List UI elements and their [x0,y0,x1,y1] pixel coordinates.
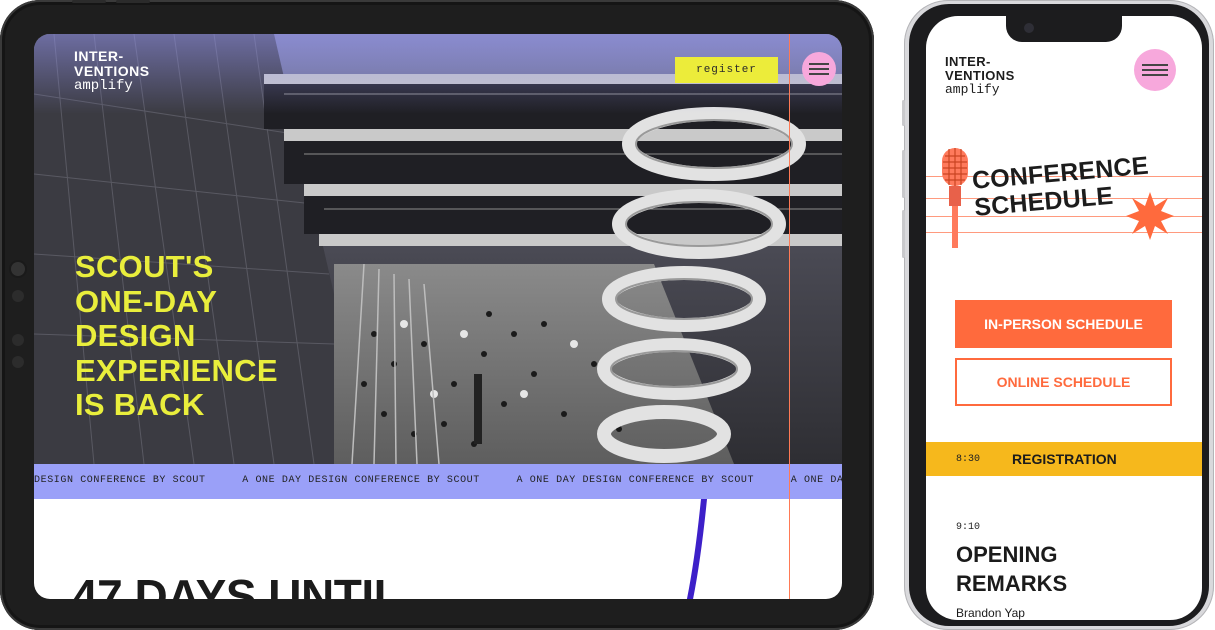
hero-title-line: ONE-DAY [75,283,218,319]
ticker-item: A ONE DAY DESIGN CONFERENCE BY SCOUT [516,475,755,486]
agenda-speaker: Brandon Yap [956,606,1025,620]
agenda-title-line: REMARKS [956,571,1068,596]
ticker-item: DESIGN CONFERENCE BY SCOUT [34,475,206,486]
agenda-title[interactable]: OPENING REMARKS [956,540,1067,598]
tablet-top-button [72,0,106,3]
hero-title-line: EXPERIENCE [75,352,278,388]
hamburger-icon [1142,64,1168,66]
tablet-sensor [12,290,24,302]
phone-side-button [902,210,905,258]
phone-device: INTER- VENTIONS amplify CONFERENCE SCHED… [902,0,1214,630]
hamburger-icon [809,63,829,65]
agenda-title: REGISTRATION [1012,451,1117,467]
logo-line-2: VENTIONS [945,68,1015,83]
tablet-sensor [12,334,24,346]
phone-bezel: INTER- VENTIONS amplify CONFERENCE SCHED… [909,4,1209,626]
hero-title-line: SCOUT'S [75,249,214,284]
in-person-schedule-button[interactable]: IN-PERSON SCHEDULE [955,300,1172,348]
tablet-sensor [12,356,24,368]
phone-side-button [902,150,905,198]
ticker-item: A ONE DAY DESIGN CONFERENCE BY SCOUT [242,475,480,486]
marquee-ticker: DESIGN CONFERENCE BY SCOUT A ONE DAY DES… [34,464,842,499]
hamburger-menu-button[interactable] [1134,49,1176,91]
phone-screen: INTER- VENTIONS amplify CONFERENCE SCHED… [926,16,1202,620]
countdown-heading: 47 DAYS UNTIL [72,570,402,599]
hamburger-icon [809,73,829,75]
hamburger-icon [1142,69,1168,71]
hamburger-menu-button[interactable] [802,52,836,86]
tablet-device: INTER- VENTIONS amplify register SCOUT'S… [0,0,874,630]
hamburger-icon [809,68,829,70]
phone-side-button [902,100,905,126]
agenda-item-registration[interactable]: 8:30 REGISTRATION [926,442,1202,476]
logo-line-1: INTER- [74,48,124,64]
ticker-item: A ONE DAY DESIGN CONFERENCE BY SCOUT [790,475,842,486]
phone-logo[interactable]: INTER- VENTIONS amplify [945,54,1015,97]
vertical-rule [789,34,790,599]
logo-line-2: VENTIONS [74,63,150,79]
phone-notch [1006,16,1122,42]
tablet-top-button [116,0,150,3]
hero-title-line: IS BACK [75,387,205,422]
starburst-icon [1126,192,1174,240]
hamburger-icon [1142,74,1168,76]
hero-title: SCOUT'S ONE-DAY DESIGN EXPERIENCE IS BAC… [75,249,395,423]
phone-camera [1024,23,1034,33]
logo-line-1: INTER- [945,54,991,69]
tablet-logo[interactable]: INTER- VENTIONS amplify [74,48,150,94]
register-button[interactable]: register [675,57,778,83]
logo-line-3: amplify [945,82,1000,97]
schedule-header: CONFERENCE SCHEDULE [926,146,1202,256]
hero-section: INTER- VENTIONS amplify register SCOUT'S… [34,34,842,464]
microphone-icon [942,148,968,248]
hero-title-line: DESIGN [75,318,196,353]
schedule-title: CONFERENCE SCHEDULE [971,152,1152,222]
logo-line-3: amplify [74,78,133,94]
ticker-track: DESIGN CONFERENCE BY SCOUT A ONE DAY DES… [34,475,842,486]
online-schedule-button[interactable]: ONLINE SCHEDULE [955,358,1172,406]
tablet-camera [11,262,25,276]
decorative-stroke [687,499,707,599]
agenda-time: 9:10 [956,522,981,533]
agenda-title-line: OPENING [956,542,1058,567]
tablet-screen: INTER- VENTIONS amplify register SCOUT'S… [34,34,842,599]
agenda-time: 8:30 [956,454,981,465]
